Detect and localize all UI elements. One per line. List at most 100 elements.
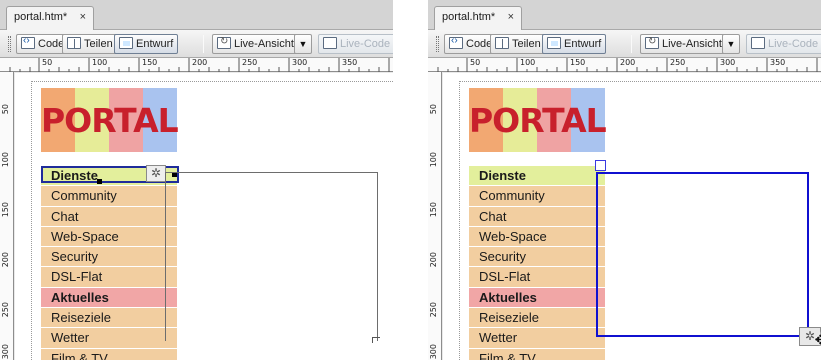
live-view-label: Live-Ansicht (662, 38, 722, 50)
horizontal-ruler: 50 100 150 200 250 300 350 (0, 58, 393, 72)
split-view-label: Teilen (84, 38, 113, 50)
ruler-label: 100 (429, 152, 438, 168)
menu-item-security[interactable]: Security (469, 247, 605, 268)
menu-item-community[interactable]: Community (41, 186, 177, 207)
ruler-label: 100 (520, 58, 536, 67)
logo-text: PORTAL (41, 101, 179, 140)
live-code-label: Live-Code (768, 38, 819, 50)
portal-logo: PORTAL (41, 88, 179, 152)
document-tab-title: portal.htm* (442, 11, 496, 23)
page-margin-guide (459, 81, 821, 82)
tab-close-icon[interactable]: × (80, 11, 86, 23)
code-view-label: Code (466, 38, 493, 50)
menu-item-chat[interactable]: Chat (469, 206, 605, 227)
move-cursor-icon: ✥ (812, 330, 821, 350)
menu-item-film-tv[interactable]: Film & TV (41, 348, 177, 360)
menu-item-dsl-flat[interactable]: DSL-Flat (41, 267, 177, 288)
tab-close-icon[interactable]: × (508, 11, 514, 23)
document-tab[interactable]: portal.htm* × (6, 6, 94, 30)
document-tab-title: portal.htm* (14, 11, 68, 23)
ruler-label: 350 (770, 58, 786, 67)
live-code-label: Live-Code (340, 38, 391, 50)
ruler-label: 50 (42, 58, 53, 67)
design-view-icon (547, 37, 561, 49)
ruler-label: 300 (292, 58, 308, 67)
document-window-left: portal.htm* × Code Teilen Entwurf Live-A… (0, 0, 393, 360)
design-view-label: Entwurf (564, 38, 602, 50)
navigation-menu: Dienste Community Chat Web-Space Securit… (41, 166, 177, 360)
vertical-ruler: 50 100 150 200 250 300 (0, 72, 14, 360)
live-code-button[interactable]: Live-Code (746, 34, 821, 54)
page-margin-guide (459, 81, 460, 360)
code-view-label: Code (38, 38, 65, 50)
live-view-button[interactable]: Live-Ansicht (640, 34, 727, 54)
menu-item-reiseziele[interactable]: Reiseziele (41, 308, 177, 329)
document-window-right: portal.htm* × Code Teilen Entwurf Live-A… (428, 0, 821, 360)
resize-corner-icon[interactable] (372, 337, 380, 343)
ruler-label: 250 (1, 302, 10, 318)
menu-item-aktuelles[interactable]: Aktuelles (41, 287, 177, 309)
menu-item-community[interactable]: Community (469, 186, 605, 207)
ap-div-layer[interactable] (596, 172, 809, 337)
menu-item-chat[interactable]: Chat (41, 206, 177, 227)
design-view-icon (119, 37, 133, 49)
live-view-dropdown-button[interactable]: ▼ (294, 34, 312, 54)
code-view-icon (21, 35, 35, 49)
menu-item-wetter[interactable]: Wetter (469, 328, 605, 349)
ruler-label: 50 (1, 104, 10, 115)
ruler-label: 350 (342, 58, 358, 67)
menu-item-aktuelles[interactable]: Aktuelles (469, 287, 605, 309)
ruler-label: 100 (92, 58, 108, 67)
ruler-label: 200 (192, 58, 208, 67)
drawn-layer-outline[interactable] (165, 172, 378, 341)
live-view-label: Live-Ansicht (234, 38, 294, 50)
ruler-label: 200 (1, 252, 10, 268)
ruler-label: 150 (142, 58, 158, 67)
gear-icon[interactable]: ✲ (146, 165, 166, 182)
design-canvas[interactable]: PORTAL Dienste Community Chat Web-Space … (15, 73, 393, 360)
split-view-button[interactable]: Teilen (62, 34, 118, 54)
document-tab[interactable]: portal.htm* × (434, 6, 522, 30)
menu-item-reiseziele[interactable]: Reiseziele (469, 308, 605, 329)
ruler-label: 50 (470, 58, 481, 67)
split-view-button[interactable]: Teilen (490, 34, 546, 54)
logo-text: PORTAL (469, 101, 607, 140)
page-margin-guide (31, 81, 393, 82)
ruler-label: 250 (242, 58, 258, 67)
toolbar-grip[interactable] (8, 36, 11, 52)
navigation-menu: Dienste Community Chat Web-Space Securit… (469, 166, 605, 360)
document-tab-bar: portal.htm* × (428, 0, 821, 30)
ruler-label: 250 (670, 58, 686, 67)
ruler-label: 300 (429, 344, 438, 360)
design-view-button[interactable]: Entwurf (542, 34, 607, 54)
menu-item-security[interactable]: Security (41, 247, 177, 268)
split-view-icon (67, 37, 81, 49)
menu-item-dienste[interactable]: Dienste (469, 166, 605, 187)
design-view-button[interactable]: Entwurf (114, 34, 179, 54)
design-canvas[interactable]: PORTAL Dienste Community Chat Web-Space … (443, 73, 821, 360)
ruler-label: 200 (620, 58, 636, 67)
menu-item-web-space[interactable]: Web-Space (469, 226, 605, 248)
horizontal-ruler: 50 100 150 200 250 300 350 (428, 58, 821, 72)
toolbar-grip[interactable] (436, 36, 439, 52)
menu-item-wetter[interactable]: Wetter (41, 328, 177, 349)
selection-handle[interactable] (97, 179, 102, 184)
ruler-label: 150 (1, 202, 10, 218)
portal-logo: PORTAL (469, 88, 607, 152)
ruler-label: 150 (570, 58, 586, 67)
ap-div-tab[interactable] (595, 160, 606, 171)
menu-item-dsl-flat[interactable]: DSL-Flat (469, 267, 605, 288)
menu-item-film-tv[interactable]: Film & TV (469, 348, 605, 360)
ruler-label: 200 (429, 252, 438, 268)
page-margin-guide (31, 81, 32, 360)
live-code-button[interactable]: Live-Code (318, 34, 393, 54)
design-view-label: Entwurf (136, 38, 174, 50)
live-view-dropdown-button[interactable]: ▼ (722, 34, 740, 54)
menu-item-web-space[interactable]: Web-Space (41, 226, 177, 248)
live-view-icon (217, 36, 231, 49)
chevron-down-icon: ▼ (726, 39, 736, 49)
live-view-button[interactable]: Live-Ansicht (212, 34, 299, 54)
document-toolbar: Code Teilen Entwurf Live-Ansicht ▼ Live-… (0, 30, 393, 58)
ruler-label: 150 (429, 202, 438, 218)
live-code-icon (751, 37, 765, 49)
